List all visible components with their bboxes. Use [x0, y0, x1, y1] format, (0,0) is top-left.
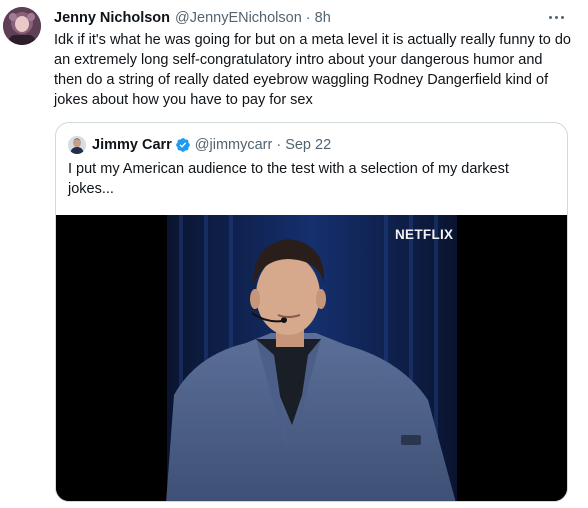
tweet-time[interactable]: 8h	[315, 10, 331, 26]
quoted-tweet-header: Jimmy Carr @jimmycarr · Sep 22	[68, 136, 331, 154]
avatar-image	[3, 7, 41, 45]
verified-badge-icon	[175, 138, 190, 152]
quoted-tweet[interactable]: Jimmy Carr @jimmycarr · Sep 22 I put my …	[55, 122, 568, 502]
video-thumbnail[interactable]: NETFLIX	[56, 215, 567, 501]
quoted-tweet-time[interactable]: Sep 22	[285, 137, 331, 153]
separator-dot: ·	[305, 10, 311, 26]
more-options-button[interactable]	[546, 8, 566, 26]
quoted-tweet-text: I put my American audience to the test w…	[68, 161, 509, 197]
stage-scene-image	[56, 215, 567, 501]
tweet[interactable]: Jenny Nicholson @JennyENicholson · 8h Id…	[0, 0, 588, 508]
tweet-text: Idk if it's what he was going for but on…	[54, 32, 571, 108]
author-name[interactable]: Jenny Nicholson	[54, 10, 170, 26]
separator-dot: ·	[276, 137, 282, 153]
netflix-watermark: NETFLIX	[395, 227, 454, 242]
quoted-author-name[interactable]: Jimmy Carr	[92, 137, 172, 153]
author-handle[interactable]: @JennyENicholson	[175, 10, 302, 26]
more-horizontal-icon	[547, 15, 565, 19]
quoted-author-handle[interactable]: @jimmycarr	[195, 137, 273, 153]
author-avatar[interactable]	[3, 7, 41, 45]
avatar-image	[68, 136, 86, 154]
tweet-header: Jenny Nicholson @JennyENicholson · 8h	[54, 8, 568, 28]
quoted-author-avatar[interactable]	[68, 136, 86, 154]
